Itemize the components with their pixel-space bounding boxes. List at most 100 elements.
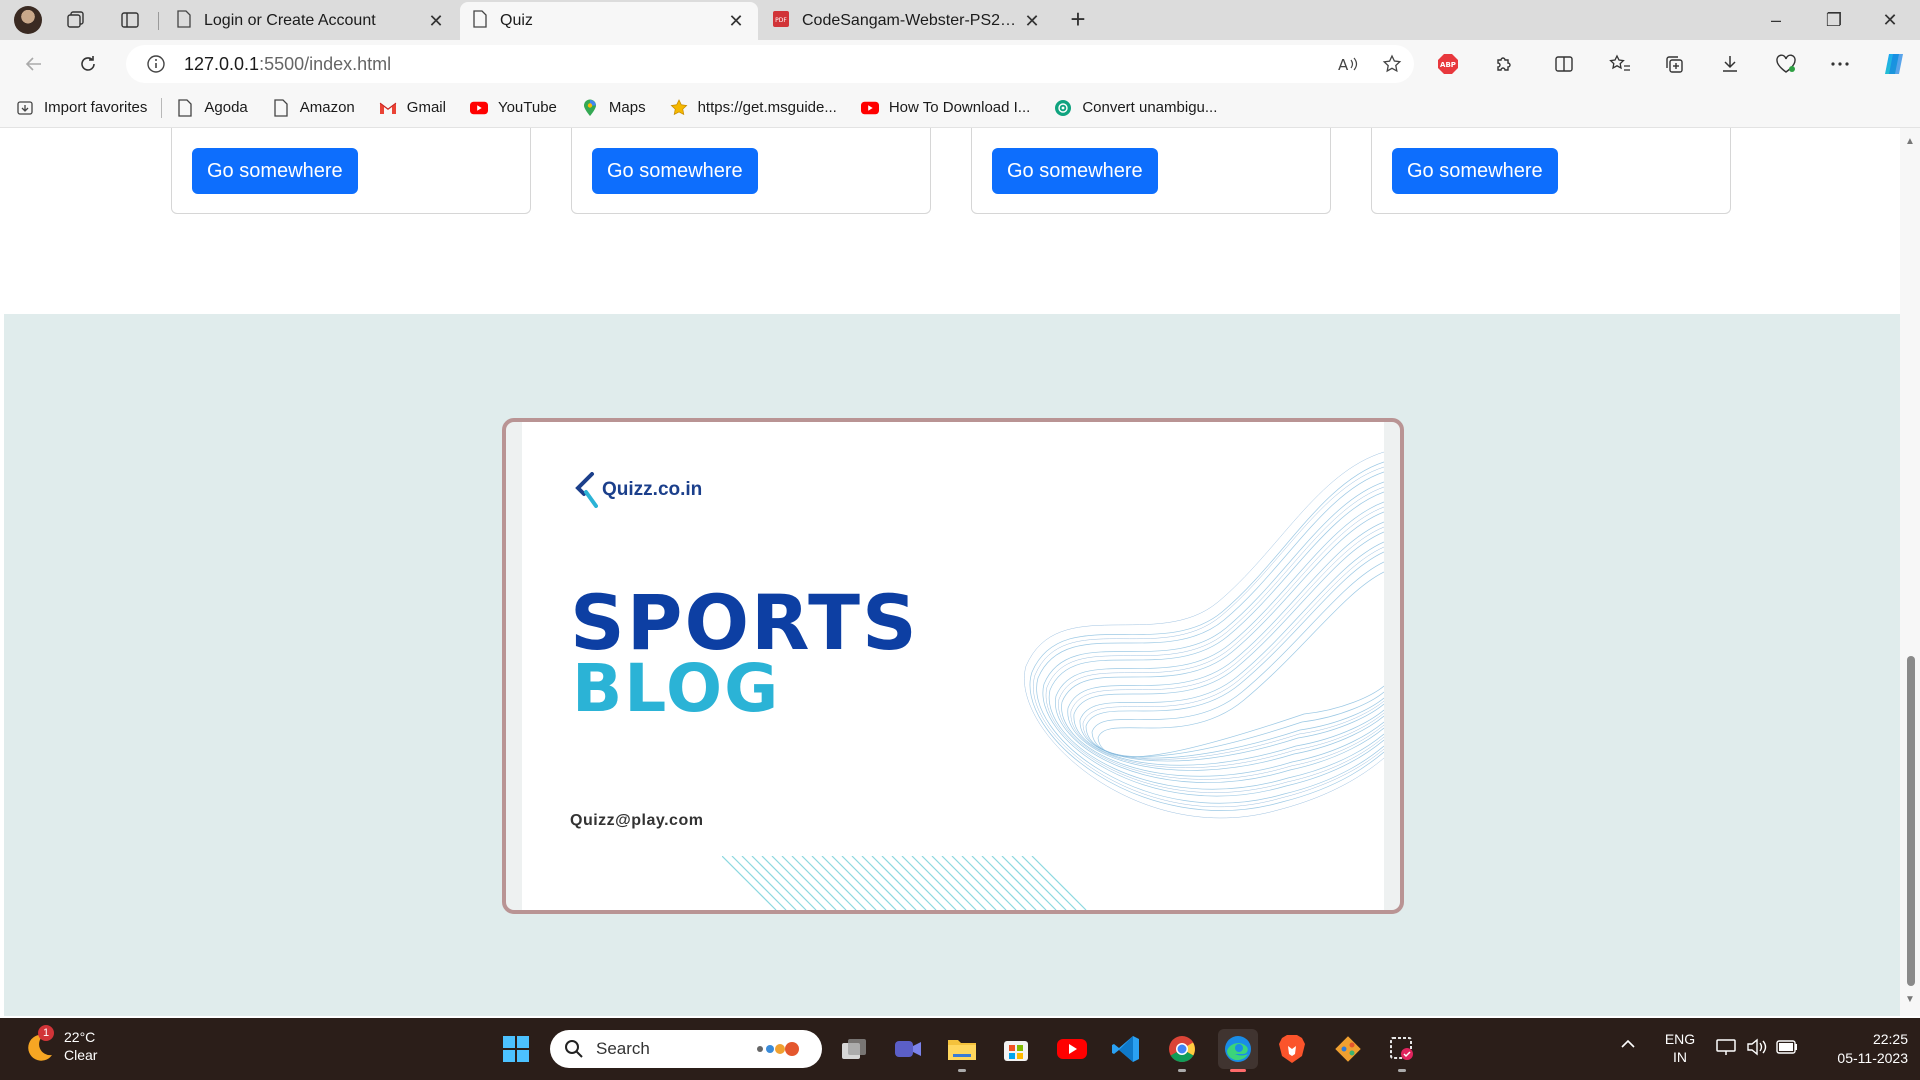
close-icon[interactable]: ✕	[1022, 11, 1042, 32]
youtube-icon	[469, 99, 488, 117]
scroll-up-arrow-icon[interactable]: ▲	[1904, 136, 1916, 148]
page-scrollbar[interactable]: ▲ ▼	[1900, 128, 1920, 1016]
language-line2: IN	[1673, 1049, 1687, 1065]
new-tab-button[interactable]: +	[1062, 4, 1094, 36]
restore-button[interactable]: ❐	[1806, 0, 1862, 40]
favorite-convert[interactable]: Convert unambigu...	[1054, 99, 1217, 117]
scrollbar-thumb[interactable]	[1907, 656, 1915, 986]
quizz-logo-icon	[575, 472, 598, 508]
vscode-icon[interactable]	[1106, 1029, 1146, 1069]
go-somewhere-button[interactable]: Go somewhere	[592, 148, 758, 194]
card: Go somewhere	[171, 128, 531, 214]
page-icon	[472, 9, 488, 33]
collections-icon[interactable]	[1656, 47, 1692, 81]
import-icon	[16, 99, 34, 117]
quizz-logo: Quizz.co.in	[572, 472, 702, 508]
network-icon[interactable]	[1716, 1038, 1736, 1059]
copilot-icon[interactable]	[1876, 47, 1912, 81]
star-icon	[670, 98, 688, 117]
tab-pdf[interactable]: PDF CodeSangam-Webster-PS23.pdf ✕	[760, 2, 1054, 40]
back-arrow-icon[interactable]	[16, 46, 52, 82]
downloads-icon[interactable]	[1712, 47, 1748, 81]
close-window-button[interactable]: ✕	[1862, 0, 1918, 40]
svg-text:A: A	[1338, 56, 1349, 74]
task-view-icon[interactable]	[834, 1029, 874, 1069]
favorite-agoda[interactable]: Agoda	[176, 98, 248, 117]
card: Go somewhere	[971, 128, 1331, 214]
git-tool-icon[interactable]	[1328, 1029, 1368, 1069]
volume-icon[interactable]	[1746, 1038, 1768, 1059]
edge-icon[interactable]	[1218, 1029, 1258, 1072]
youtube-app-icon[interactable]	[1052, 1029, 1092, 1069]
favorite-label: How To Download I...	[888, 99, 1031, 116]
browser-essentials-icon[interactable]	[1768, 47, 1804, 81]
favorite-how-to-download[interactable]: How To Download I...	[860, 99, 1031, 117]
favorite-label: Amazon	[299, 99, 355, 116]
tab-label: CodeSangam-Webster-PS23.pdf	[802, 12, 1022, 29]
file-explorer-icon[interactable]	[942, 1029, 982, 1072]
go-somewhere-button[interactable]: Go somewhere	[1392, 148, 1558, 194]
chrome-icon[interactable]	[1162, 1029, 1202, 1072]
favorite-label: Agoda	[204, 99, 248, 116]
language-indicator[interactable]: ENG IN	[1660, 1030, 1700, 1066]
taskbar-search[interactable]: Search	[550, 1030, 822, 1068]
go-somewhere-button[interactable]: Go somewhere	[192, 148, 358, 194]
favorite-gmail[interactable]: Gmail	[379, 99, 446, 117]
gmail-icon	[379, 99, 397, 117]
favorites-list-icon[interactable]	[1602, 47, 1638, 81]
teams-meet-icon[interactable]	[888, 1029, 928, 1069]
read-aloud-icon[interactable]: A	[1326, 45, 1370, 83]
show-hidden-icons-chevron-icon[interactable]	[1620, 1036, 1636, 1052]
tab-login[interactable]: Login or Create Account ✕	[164, 2, 458, 40]
url-host: 127.0.0.1	[184, 53, 260, 74]
clock[interactable]: 22:25 05-11-2023	[1808, 1030, 1908, 1068]
favorite-maps[interactable]: Maps	[581, 99, 646, 117]
sports-blog-banner: Quizz.co.in SPORTS BLOG Quizz@play.com	[502, 418, 1404, 914]
favorite-label: YouTube	[497, 99, 557, 116]
address-bar[interactable]: 127.0.0.1:5500/index.html A	[126, 45, 1414, 83]
favorite-star-icon[interactable]	[1370, 45, 1414, 83]
profile-avatar[interactable]	[12, 5, 44, 35]
favorite-amazon[interactable]: Amazon	[272, 98, 355, 117]
weather-widget[interactable]: 1 22°C Clear	[22, 1025, 98, 1064]
battery-icon[interactable]	[1776, 1040, 1798, 1057]
scroll-down-arrow-icon[interactable]: ▼	[1904, 994, 1916, 1006]
weather-temp: 22°C	[64, 1029, 96, 1045]
adblock-plus-icon[interactable]: ABP	[1430, 47, 1466, 81]
page-icon	[176, 9, 192, 33]
banner-email: Quizz@play.com	[570, 812, 704, 829]
vertical-tabs-icon[interactable]	[112, 5, 148, 35]
minimize-button[interactable]: –	[1748, 0, 1804, 40]
close-icon[interactable]: ✕	[726, 11, 746, 32]
favorite-import[interactable]: Import favorites	[16, 99, 147, 117]
extensions-puzzle-icon[interactable]	[1486, 47, 1522, 81]
workspaces-icon[interactable]	[58, 5, 94, 35]
favorite-label: Maps	[608, 99, 646, 116]
url-path: :5500/index.html	[259, 53, 392, 74]
snipping-tool-icon[interactable]	[1382, 1029, 1422, 1072]
running-indicator	[958, 1069, 966, 1072]
maps-icon	[581, 99, 599, 117]
windows-start-icon[interactable]	[496, 1029, 536, 1069]
search-icon	[565, 1040, 583, 1058]
close-icon[interactable]: ✕	[426, 11, 446, 32]
tab-quiz[interactable]: Quiz ✕	[460, 2, 758, 40]
microsoft-store-icon[interactable]	[996, 1029, 1036, 1069]
url-text[interactable]: 127.0.0.1:5500/index.html	[184, 54, 1326, 75]
go-somewhere-button[interactable]: Go somewhere	[992, 148, 1158, 194]
chatgpt-icon	[1054, 99, 1072, 117]
favorite-youtube[interactable]: YouTube	[469, 99, 557, 117]
more-options-icon[interactable]	[1822, 47, 1858, 81]
footer-section: Quizz.co.in SPORTS BLOG Quizz@play.com	[4, 314, 1900, 1016]
page-icon	[176, 98, 194, 117]
refresh-icon[interactable]	[70, 46, 106, 82]
weather-condition: Clear	[64, 1047, 98, 1063]
page-icon	[272, 98, 290, 117]
cards-section: Go somewhere Go somewhere Go somewhere G…	[4, 128, 1900, 314]
site-info-icon[interactable]	[136, 45, 176, 83]
weather-badge: 1	[38, 1025, 54, 1041]
favorite-msguide[interactable]: https://get.msguide...	[670, 98, 837, 117]
brave-icon[interactable]	[1272, 1029, 1312, 1069]
card: Go somewhere	[571, 128, 931, 214]
split-screen-icon[interactable]	[1546, 47, 1582, 81]
